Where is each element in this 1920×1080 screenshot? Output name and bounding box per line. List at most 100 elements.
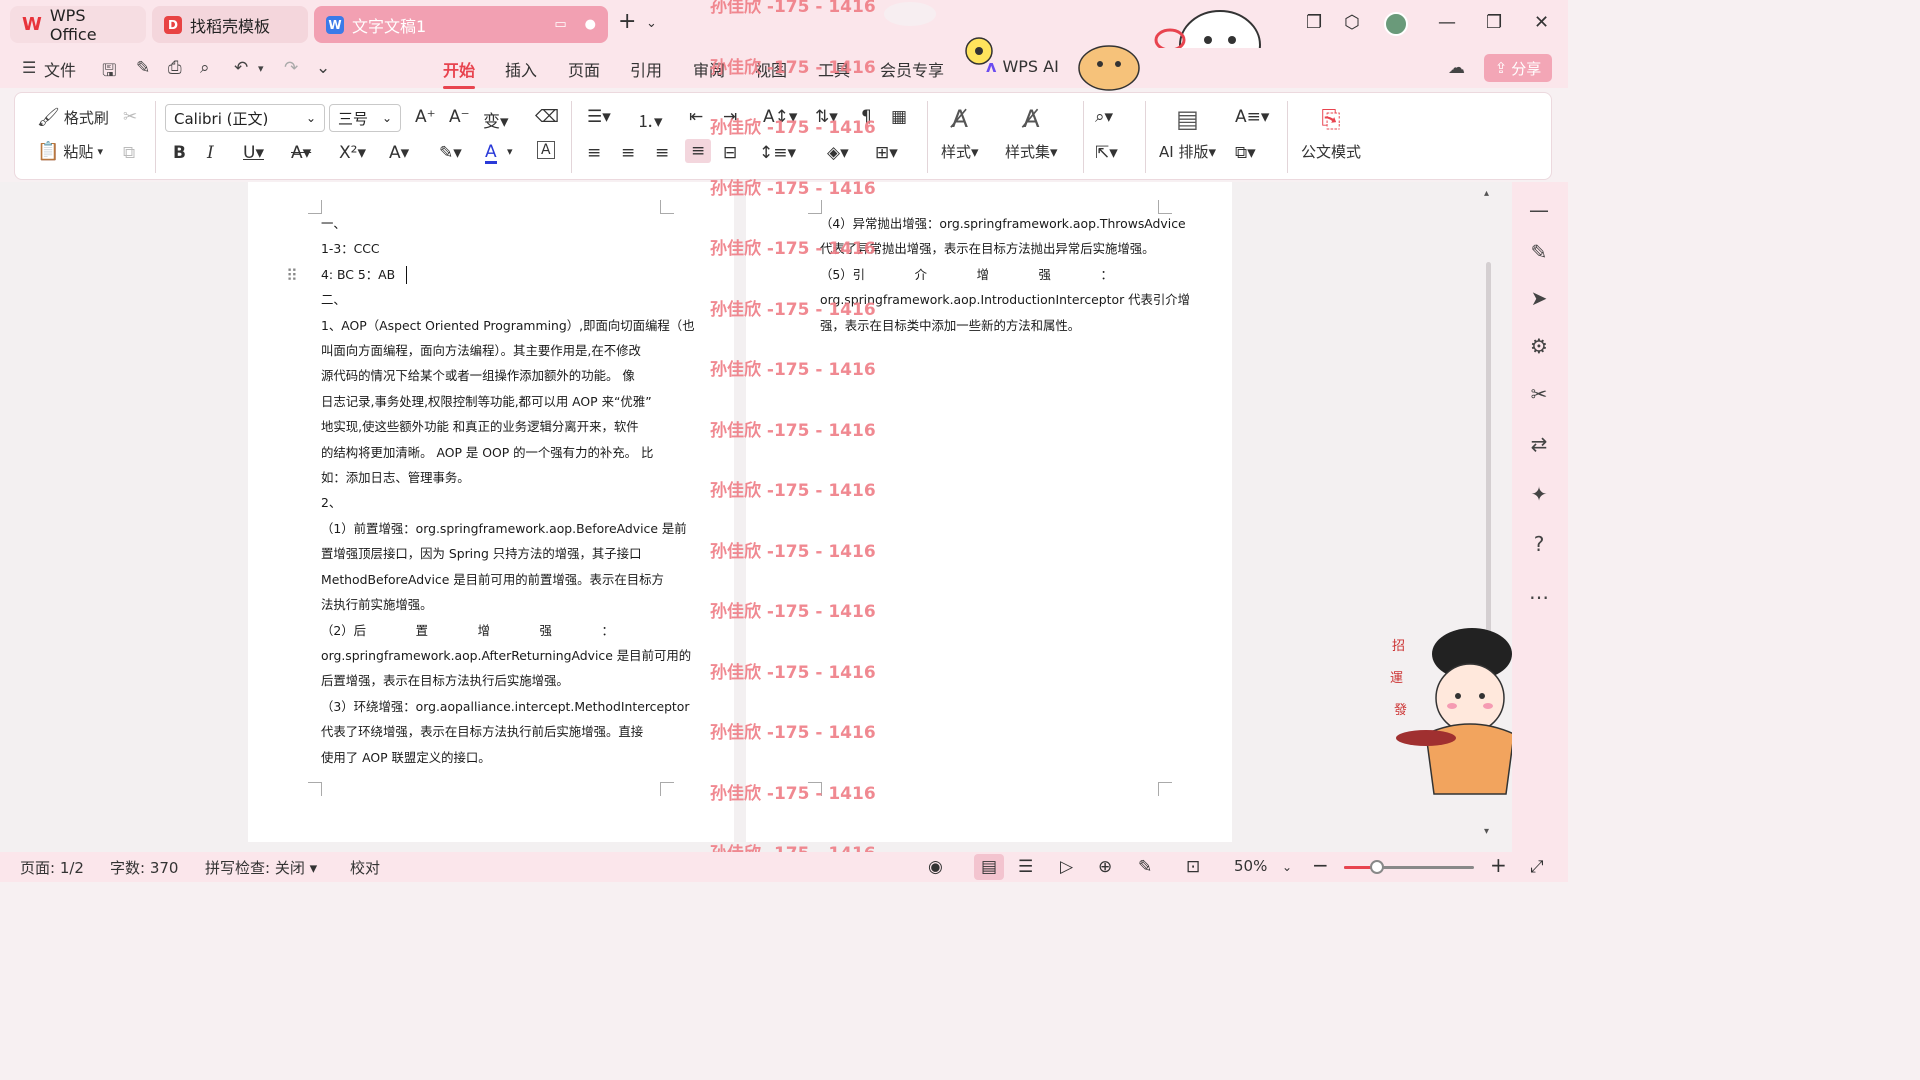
text-line[interactable]: 1-3：CCC <box>321 236 661 261</box>
text-line[interactable]: 后置增强，表示在目标方法执行后实施增强。 <box>321 668 661 693</box>
document-page-1[interactable]: 一、 1-3：CCC 4: BC 5：AB 二、 1、AOP（Aspect Orient… <box>248 182 734 842</box>
more-chevron-icon[interactable]: ⌄ <box>316 58 330 78</box>
tab-member[interactable]: 会员专享 <box>880 57 944 81</box>
text-line[interactable]: （1）前置增强：org.springframework.aop.BeforeAd… <box>321 516 687 541</box>
text-line[interactable]: （4）异常抛出增强：org.springframework.aop.Throws… <box>820 211 1186 236</box>
text-line[interactable]: org.springframework.aop.IntroductionInte… <box>820 287 1190 312</box>
adjust-sliders-icon[interactable]: ⚙ <box>1525 332 1553 360</box>
pointer-icon[interactable]: ➤ <box>1525 284 1553 312</box>
sort-icon[interactable]: ⇅▾ <box>815 107 838 127</box>
page-view-icon[interactable]: ▤ <box>981 857 997 877</box>
zoom-out-button[interactable]: − <box>1312 853 1329 877</box>
translate-icon[interactable]: ⇄ <box>1525 430 1553 458</box>
format-painter-button[interactable]: 🖌 格式刷 <box>37 107 109 128</box>
text-line[interactable]: 如：添加日志、管理事务。 <box>321 465 661 490</box>
collapse-panel-icon[interactable]: — <box>1525 196 1553 224</box>
tab-page[interactable]: 页面 <box>568 57 600 81</box>
char-border-icon[interactable]: A <box>537 141 555 159</box>
superscript-icon[interactable]: X²▾ <box>339 143 366 163</box>
borders-icon[interactable]: ⊞▾ <box>875 143 898 163</box>
page-indicator[interactable]: 页面: 1/2 <box>20 857 84 878</box>
text-line[interactable]: 使用了 AOP 联盟定义的接口。 <box>321 745 661 770</box>
tab-document[interactable]: W 文字文稿1 ▭ ● <box>314 6 608 43</box>
shape-icon[interactable]: ⧉▾ <box>1235 143 1256 163</box>
avatar[interactable] <box>1384 12 1408 36</box>
proofread-button[interactable]: 校对 <box>350 857 380 878</box>
table-grid-icon[interactable]: ▦ <box>891 107 907 127</box>
text-line[interactable]: 源代码的情况下给某个或者一组操作添加额外的功能。 像 <box>321 363 661 388</box>
numbered-list-icon[interactable]: ⒈▾ <box>637 107 663 132</box>
text-line[interactable]: 地实现,使这些额外功能 和真正的业务逻辑分离开来，软件 <box>321 414 661 439</box>
scroll-down-icon[interactable]: ▾ <box>1484 826 1489 837</box>
tab-view[interactable]: 视图 <box>755 57 787 81</box>
clear-format-icon[interactable]: ⌫ <box>535 107 559 127</box>
text-effect-icon[interactable]: A▾ <box>389 143 409 163</box>
align-left-icon[interactable]: ≡ <box>587 143 601 163</box>
decrease-indent-icon[interactable]: ⇤ <box>689 107 703 127</box>
tab-templates[interactable]: D 找稻壳模板 <box>152 6 308 43</box>
pen-icon[interactable]: ✎ <box>136 58 150 78</box>
text-line[interactable]: 强，表示在目标类中添加一些新的方法和属性。 <box>820 313 1170 338</box>
phonetic-guide-icon[interactable]: 变▾ <box>483 107 509 132</box>
chevron-down-icon[interactable]: ▾ <box>507 145 513 158</box>
text-line[interactable]: org.springframework.aop.AfterReturningAd… <box>321 643 691 668</box>
file-menu[interactable]: 文件 <box>44 57 76 81</box>
distributed-icon[interactable]: ⊟ <box>723 143 737 163</box>
maximize-icon[interactable]: ❐ <box>1486 12 1502 33</box>
grow-font-icon[interactable]: A⁺ <box>415 107 436 127</box>
font-color-icon[interactable]: A <box>485 143 497 164</box>
text-line[interactable]: 法执行前实施增强。 <box>321 592 661 617</box>
hamburger-icon[interactable]: ☰ <box>22 58 36 77</box>
text-layout-icon[interactable]: A≡▾ <box>1235 107 1269 127</box>
web-view-icon[interactable]: ⊕ <box>1098 857 1112 877</box>
document-page-2[interactable]: （4）异常抛出增强：org.springframework.aop.Throws… <box>746 182 1232 842</box>
edit-pen-icon[interactable]: ✎ <box>1525 238 1553 266</box>
drag-handle-icon[interactable]: ⠿ <box>286 266 298 285</box>
text-line[interactable]: 日志记录,事务处理,权限控制等功能,都可以用 AOP 来“优雅” <box>321 389 661 414</box>
chevron-down-icon[interactable]: ⌄ <box>1282 860 1292 874</box>
scroll-up-icon[interactable]: ▴ <box>1484 188 1489 199</box>
play-icon[interactable]: ▷ <box>1060 857 1073 877</box>
tab-insert[interactable]: 插入 <box>505 57 537 81</box>
share-button[interactable]: ⇪ 分享 <box>1484 54 1552 82</box>
font-name-select[interactable]: Calibri (正文) ⌄ <box>165 104 325 132</box>
plugin-icon[interactable]: ✦ <box>1525 480 1553 508</box>
unsaved-dot-icon[interactable]: ● <box>585 17 596 32</box>
new-tab-button[interactable]: + <box>618 9 636 34</box>
cloud-sync-icon[interactable]: ☁ <box>1448 58 1465 78</box>
word-count[interactable]: 字数: 370 <box>110 857 178 878</box>
text-line[interactable]: 的结构将更加清晰。 AOP 是 OOP 的一个强有力的补充。 比 <box>321 440 661 465</box>
increase-indent-icon[interactable]: ⇥ <box>723 107 737 127</box>
tab-references[interactable]: 引用 <box>630 57 662 81</box>
show-marks-icon[interactable]: ¶ <box>861 107 872 127</box>
chevron-down-icon[interactable]: ⌄ <box>646 16 657 31</box>
zoom-in-button[interactable]: + <box>1490 853 1507 877</box>
vertical-scrollbar[interactable]: ▴ ▾ <box>1482 186 1494 846</box>
tab-home[interactable]: 开始 <box>443 57 476 89</box>
save-icon[interactable]: 🖫 <box>102 58 116 87</box>
shading-icon[interactable]: ◈▾ <box>827 143 849 163</box>
wps-ai-button[interactable]: ʌ WPS AI <box>986 57 1059 76</box>
align-center-icon[interactable]: ≡ <box>621 143 635 163</box>
text-line[interactable]: 1、AOP（Aspect Oriented Programming）,即面向切面… <box>321 313 695 338</box>
text-line[interactable]: MethodBeforeAdvice 是目前可用的前置增强。表示在目标方 <box>321 567 664 592</box>
pen-mode-icon[interactable]: ✎ <box>1138 857 1152 877</box>
redo-icon[interactable]: ↷ <box>284 58 298 78</box>
strikethrough-icon[interactable]: A▾ <box>291 143 311 163</box>
text-line[interactable]: 二、 <box>321 287 661 312</box>
print-icon[interactable]: ⎙ <box>168 58 182 78</box>
tab-review[interactable]: 审阅 <box>693 57 725 81</box>
text-line[interactable]: （3）环绕增强：org.aopalliance.intercept.Method… <box>321 694 689 719</box>
zoom-slider-handle[interactable] <box>1369 860 1384 874</box>
text-line[interactable]: 4: BC 5：AB <box>321 262 661 287</box>
eye-protection-icon[interactable]: ◉ <box>928 857 943 877</box>
restore-layout-icon[interactable]: ❐ <box>1306 12 1322 33</box>
tools-icon[interactable]: ✂ <box>1525 380 1553 408</box>
text-line[interactable]: 代表了环绕增强，表示在目标方法执行前后实施增强。直接 <box>321 719 661 744</box>
line-spacing-icon[interactable]: ↕≡▾ <box>759 143 796 163</box>
text-line[interactable]: 代表了异常抛出增强，表示在目标方法抛出异常后实施增强。 <box>820 236 1170 261</box>
cut-icon[interactable]: ✂ <box>123 107 137 127</box>
window-preview-icon[interactable]: ▭ <box>554 17 566 32</box>
cube-icon[interactable]: ⬡ <box>1344 12 1360 33</box>
bold-icon[interactable]: B <box>173 143 186 163</box>
